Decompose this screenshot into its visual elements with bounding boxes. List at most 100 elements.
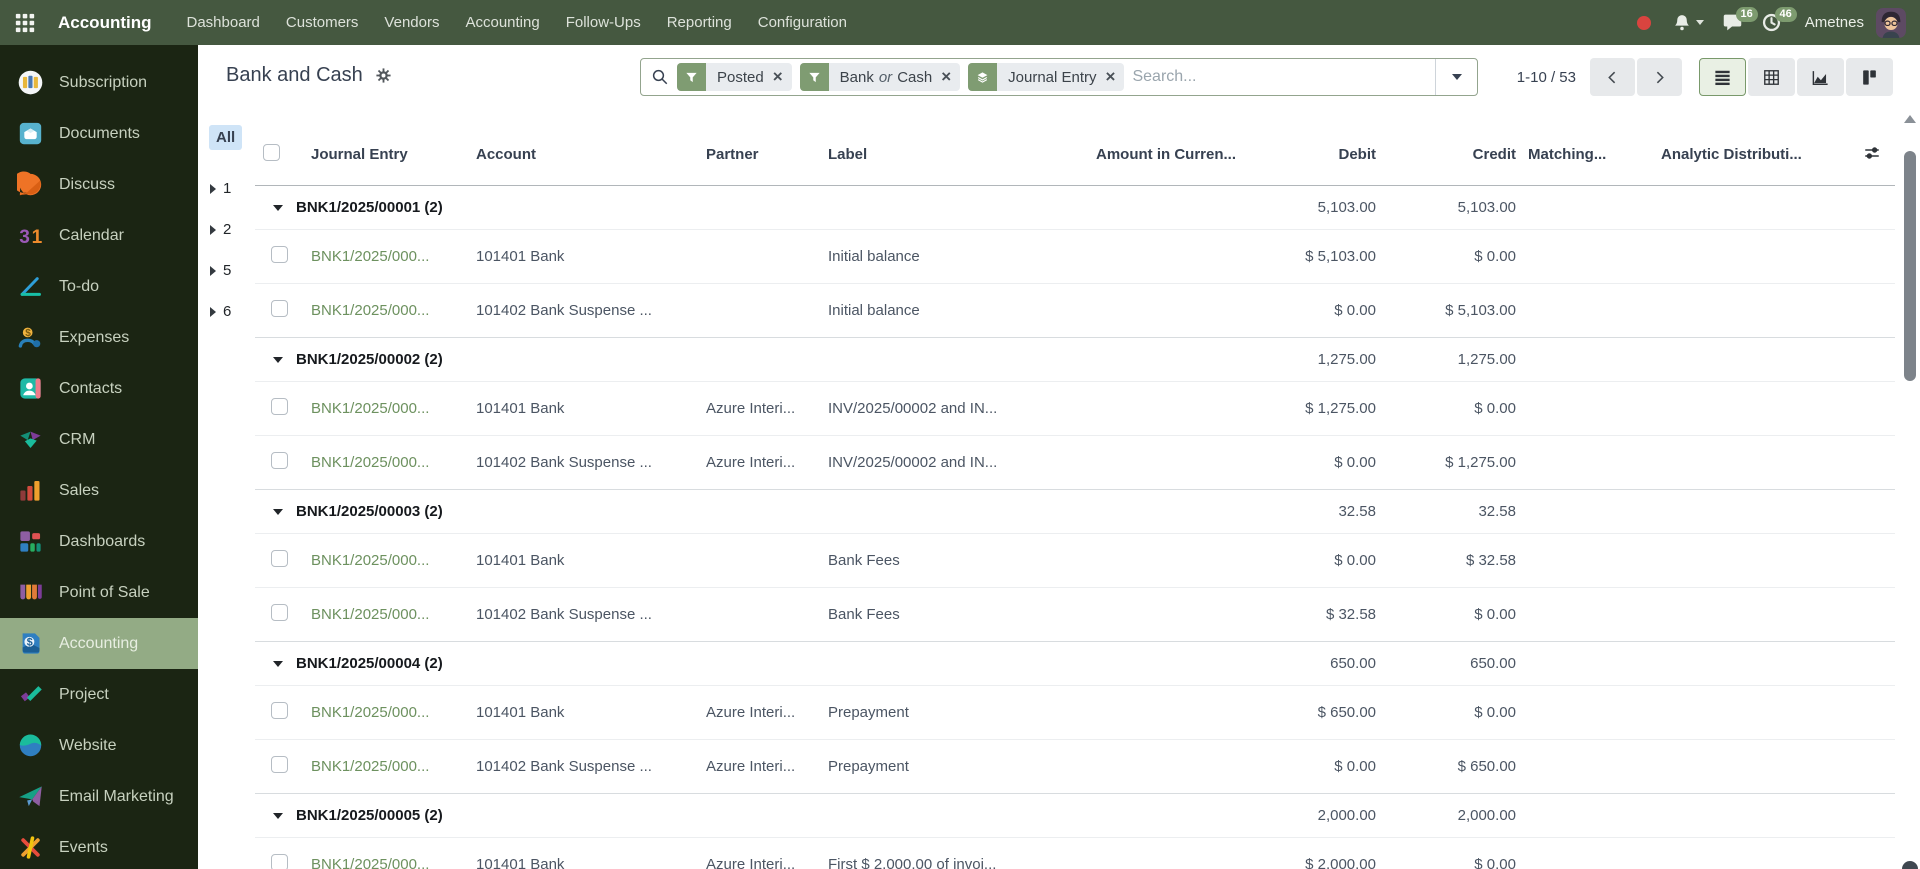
cell-label: First $ 2,000.00 of invoi... <box>820 837 1066 869</box>
topbar-menu-reporting[interactable]: Reporting <box>654 0 745 45</box>
journal-item-row[interactable]: BNK1/2025/000... 101402 Bank Suspense ..… <box>255 283 1895 337</box>
rail-group-page[interactable]: 6 <box>198 291 255 332</box>
cell-journal-entry[interactable]: BNK1/2025/000... <box>303 381 468 435</box>
sidebar-item-contacts[interactable]: Contacts <box>0 363 198 414</box>
sidebar-item-documents[interactable]: Documents <box>0 108 198 159</box>
user-avatar[interactable] <box>1876 8 1906 38</box>
facet-remove-icon[interactable]: × <box>1103 63 1125 91</box>
group-header-row[interactable]: BNK1/2025/00005 (2) 2,000.00 2,000.00 <box>255 793 1895 837</box>
topbar-menu-customers[interactable]: Customers <box>273 0 372 45</box>
topbar-menu-dashboard[interactable]: Dashboard <box>174 0 273 45</box>
rail-all-badge[interactable]: All <box>209 125 242 150</box>
sidebar-item-point-of-sale[interactable]: Point of Sale <box>0 567 198 618</box>
sidebar-item-project[interactable]: Project <box>0 669 198 720</box>
rail-group-page[interactable]: 2 <box>198 209 255 250</box>
top-navbar: Accounting DashboardCustomersVendorsAcco… <box>0 0 1920 45</box>
journal-item-row[interactable]: BNK1/2025/000... 101401 Bank Azure Inter… <box>255 685 1895 739</box>
column-header-analytic-distributi[interactable]: Analytic Distributi... <box>1653 125 1831 185</box>
row-checkbox[interactable] <box>271 246 288 263</box>
activities-button[interactable]: 46 <box>1752 12 1791 33</box>
bell-caret-icon <box>1696 20 1704 25</box>
rail-group-page[interactable]: 1 <box>198 168 255 209</box>
sidebar-item-discuss[interactable]: Discuss <box>0 159 198 210</box>
cell-journal-entry[interactable]: BNK1/2025/000... <box>303 587 468 641</box>
pivot-view-button[interactable] <box>1748 58 1795 96</box>
gear-icon[interactable] <box>375 67 392 84</box>
journal-item-row[interactable]: BNK1/2025/000... 101401 Bank Azure Inter… <box>255 837 1895 869</box>
journal-item-row[interactable]: BNK1/2025/000... 101401 Bank Initial bal… <box>255 229 1895 283</box>
current-app-name[interactable]: Accounting <box>58 13 152 33</box>
cell-journal-entry[interactable]: BNK1/2025/000... <box>303 435 468 489</box>
user-name[interactable]: Ametnes <box>1805 14 1864 31</box>
scrollbar-up-arrow-icon[interactable] <box>1904 115 1916 123</box>
sidebar-item-expenses[interactable]: $ Expenses <box>0 312 198 363</box>
cell-journal-entry[interactable]: BNK1/2025/000... <box>303 229 468 283</box>
row-checkbox[interactable] <box>271 300 288 317</box>
column-header-account[interactable]: Account <box>468 125 698 185</box>
group-header-row[interactable]: BNK1/2025/00003 (2) 32.58 32.58 <box>255 489 1895 533</box>
column-header-matching[interactable]: Matching... <box>1520 125 1653 185</box>
journal-item-row[interactable]: BNK1/2025/000... 101402 Bank Suspense ..… <box>255 435 1895 489</box>
journal-item-row[interactable]: BNK1/2025/000... 101401 Bank Bank Fees $… <box>255 533 1895 587</box>
optional-columns-toggle[interactable] <box>1831 125 1895 185</box>
pager-previous-button[interactable] <box>1590 58 1635 96</box>
sidebar-item-subscription[interactable]: Subscription <box>0 57 198 108</box>
search-input[interactable] <box>1132 68 1435 86</box>
cell-partner: Azure Interi... <box>698 381 820 435</box>
notifications-bell[interactable] <box>1663 13 1713 33</box>
column-header-journal-entry[interactable]: Journal Entry <box>303 125 468 185</box>
row-checkbox[interactable] <box>271 452 288 469</box>
cell-journal-entry[interactable]: BNK1/2025/000... <box>303 685 468 739</box>
cell-journal-entry[interactable]: BNK1/2025/000... <box>303 283 468 337</box>
search-facet[interactable]: Journal Entry × <box>968 63 1124 91</box>
facet-remove-icon[interactable]: × <box>938 63 960 91</box>
topbar-menu-vendors[interactable]: Vendors <box>371 0 452 45</box>
sidebar-item-calendar[interactable]: 31 Calendar <box>0 210 198 261</box>
topbar-menu-accounting[interactable]: Accounting <box>452 0 552 45</box>
journal-item-row[interactable]: BNK1/2025/000... 101402 Bank Suspense ..… <box>255 739 1895 793</box>
sidebar-item-events[interactable]: Events <box>0 822 198 869</box>
facet-remove-icon[interactable]: × <box>770 63 792 91</box>
sidebar-item-sales[interactable]: Sales <box>0 465 198 516</box>
cell-journal-entry[interactable]: BNK1/2025/000... <box>303 739 468 793</box>
cell-journal-entry[interactable]: BNK1/2025/000... <box>303 837 468 869</box>
list-view-button[interactable] <box>1699 58 1746 96</box>
group-header-row[interactable]: BNK1/2025/00002 (2) 1,275.00 1,275.00 <box>255 337 1895 381</box>
group-debit-total: 32.58 <box>1240 489 1380 533</box>
pager-next-button[interactable] <box>1637 58 1682 96</box>
topbar-menu-configuration[interactable]: Configuration <box>745 0 860 45</box>
sidebar-item-website[interactable]: Website <box>0 720 198 771</box>
row-checkbox[interactable] <box>271 702 288 719</box>
group-header-row[interactable]: BNK1/2025/00004 (2) 650.00 650.00 <box>255 641 1895 685</box>
search-dropdown-toggle[interactable] <box>1435 59 1477 95</box>
column-header-debit[interactable]: Debit <box>1240 125 1380 185</box>
sidebar-item-email-marketing[interactable]: Email Marketing <box>0 771 198 822</box>
journal-item-row[interactable]: BNK1/2025/000... 101402 Bank Suspense ..… <box>255 587 1895 641</box>
search-facet[interactable]: Posted × <box>677 63 792 91</box>
topbar-menu-follow-ups[interactable]: Follow-Ups <box>553 0 654 45</box>
journal-item-row[interactable]: BNK1/2025/000... 101401 Bank Azure Inter… <box>255 381 1895 435</box>
sidebar-item-dashboards[interactable]: Dashboards <box>0 516 198 567</box>
sidebar-item-to-do[interactable]: To-do <box>0 261 198 312</box>
cell-journal-entry[interactable]: BNK1/2025/000... <box>303 533 468 587</box>
group-header-row[interactable]: BNK1/2025/00001 (2) 5,103.00 5,103.00 <box>255 185 1895 229</box>
select-all-checkbox[interactable] <box>263 144 280 161</box>
rail-group-page[interactable]: 5 <box>198 250 255 291</box>
row-checkbox[interactable] <box>271 756 288 773</box>
column-header-label[interactable]: Label <box>820 125 1066 185</box>
row-checkbox[interactable] <box>271 398 288 415</box>
apps-grid-icon[interactable] <box>0 0 50 45</box>
row-checkbox[interactable] <box>271 854 288 869</box>
row-checkbox[interactable] <box>271 604 288 621</box>
search-facet[interactable]: BankorCash × <box>800 63 961 91</box>
kanban-view-button[interactable] <box>1846 58 1893 96</box>
sidebar-item-accounting[interactable]: $ Accounting <box>0 618 198 669</box>
column-header-partner[interactable]: Partner <box>698 125 820 185</box>
column-header-credit[interactable]: Credit <box>1380 125 1520 185</box>
sidebar-item-crm[interactable]: CRM <box>0 414 198 465</box>
row-checkbox[interactable] <box>271 550 288 567</box>
scrollbar-thumb[interactable] <box>1904 151 1916 381</box>
messages-button[interactable]: 16 <box>1713 12 1752 33</box>
column-header-amount-in-curren[interactable]: Amount in Curren... <box>1066 125 1240 185</box>
graph-view-button[interactable] <box>1797 58 1844 96</box>
